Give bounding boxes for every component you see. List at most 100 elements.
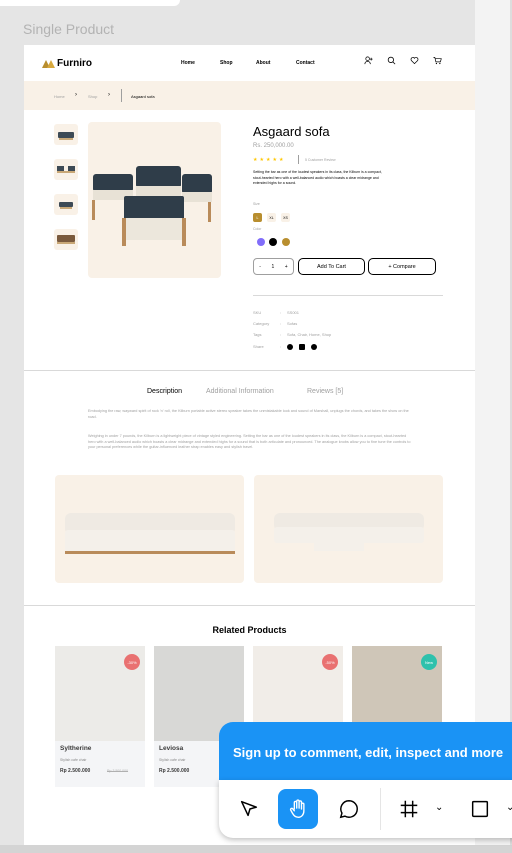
linkedin-icon[interactable]	[299, 344, 305, 350]
bottom-scrollbar[interactable]	[0, 845, 512, 853]
breadcrumb-current: Asgaard sofa	[131, 94, 155, 99]
tab-description[interactable]: Description	[147, 388, 182, 395]
move-tool-button[interactable]	[229, 789, 269, 829]
comment-bubble-icon	[339, 800, 358, 819]
product-card-image: -30%	[55, 646, 145, 741]
description-paragraph: Weighing in under 7 pounds, the Kilburn …	[88, 434, 411, 449]
tab-additional-information[interactable]: Additional Information	[206, 388, 274, 395]
product-card-name: Syltherine	[60, 745, 92, 752]
tags-value: Sofa, Chair, Home, Shop	[287, 332, 332, 337]
product-card-old-price: Rp 3.500.000	[107, 769, 129, 773]
bottom-toolbar: ⌄ ⌄	[219, 780, 512, 838]
breadcrumb-shop[interactable]: Shop	[88, 94, 97, 99]
discount-badge: -50%	[322, 654, 338, 670]
meta-sep: :	[280, 321, 282, 326]
nav-home[interactable]: Home	[181, 60, 195, 66]
product-card-subtitle: Stylish cafe chair	[60, 758, 87, 762]
twitter-icon[interactable]	[311, 344, 317, 350]
section-divider	[24, 605, 475, 606]
tags-label: Tags	[253, 332, 262, 337]
compare-button[interactable]: + Compare	[368, 258, 436, 275]
meta-share: Share :	[253, 344, 333, 352]
facebook-icon[interactable]	[287, 344, 293, 350]
description-image	[55, 475, 244, 583]
qty-minus-button[interactable]: -	[259, 264, 261, 270]
hand-tool-button[interactable]	[278, 789, 318, 829]
product-description: Setting the bar as one of the loudest sp…	[253, 170, 382, 185]
divider	[253, 295, 443, 296]
frame-tool-button[interactable]	[389, 789, 429, 829]
quantity-stepper[interactable]: - 1 +	[253, 258, 294, 275]
star-icon: ★	[253, 157, 258, 163]
chevron-right-icon: ›	[108, 92, 110, 98]
description-paragraph: Embodying the raw, wayward spirit of roc…	[88, 409, 409, 419]
qty-plus-button[interactable]: +	[285, 264, 288, 270]
product-price: Rs. 250,000.00	[253, 143, 294, 149]
star-icon: ★	[272, 157, 277, 163]
product-main-image[interactable]	[88, 122, 221, 278]
product-thumbnail[interactable]	[54, 194, 78, 215]
related-products-title: Related Products	[212, 625, 287, 635]
logo-icon	[42, 59, 55, 68]
hand-icon	[289, 799, 305, 818]
size-option-xs[interactable]: XS	[281, 213, 290, 222]
rating-stars: ★ ★ ★ ★ ★	[253, 157, 283, 163]
section-divider	[24, 370, 475, 371]
cart-icon[interactable]	[433, 56, 442, 65]
brand-name: Furniro	[57, 58, 92, 69]
search-icon[interactable]	[387, 56, 396, 65]
product-card-price: Rp 2.500.000	[60, 768, 91, 774]
product-card-name: Leviosa	[159, 745, 184, 752]
product-card[interactable]: -30% Syltherine Stylish cafe chair Rp 2.…	[55, 646, 145, 787]
review-count[interactable]: 5 Customer Review	[305, 158, 336, 162]
meta-sep: :	[280, 332, 282, 337]
shape-tool-button[interactable]	[460, 789, 500, 829]
color-swatch-purple[interactable]	[257, 238, 265, 246]
color-swatch-gold[interactable]	[282, 238, 290, 246]
product-thumbnail[interactable]	[54, 159, 78, 180]
chevron-down-icon[interactable]: ⌄	[435, 802, 443, 813]
sku-label: SKU	[253, 310, 262, 315]
chevron-down-icon[interactable]: ⌄	[506, 802, 512, 813]
nav-about[interactable]: About	[256, 60, 270, 66]
description-image	[254, 475, 443, 583]
breadcrumb: Home › Shop › Asgaard sofa	[24, 81, 475, 110]
top-bar-fragment	[0, 0, 180, 6]
category-value: Sofas	[287, 321, 298, 326]
discount-badge: -30%	[124, 654, 140, 670]
size-option-xl[interactable]: XL	[267, 213, 276, 222]
brand-logo[interactable]: Furniro	[42, 58, 92, 69]
color-label: Color	[253, 227, 262, 231]
tab-reviews[interactable]: Reviews [5]	[307, 388, 343, 395]
rating-divider	[298, 155, 299, 164]
half-star-icon: ★	[278, 157, 284, 163]
meta-sep: :	[280, 344, 282, 349]
nav-shop[interactable]: Shop	[220, 60, 233, 66]
product-title: Asgaard sofa	[253, 124, 330, 139]
toolbar-divider	[380, 788, 381, 830]
size-option-l[interactable]: L	[253, 213, 262, 222]
category-label: Category	[253, 321, 270, 326]
qty-value: 1	[271, 263, 275, 270]
header-icons	[364, 56, 442, 65]
product-card-price: Rp 2.500.000	[159, 768, 190, 774]
breadcrumb-home[interactable]: Home	[54, 94, 65, 99]
star-icon: ★	[259, 157, 264, 163]
size-label: Size	[253, 202, 260, 206]
signup-banner[interactable]: Sign up to comment, edit, inspect and mo…	[219, 722, 512, 782]
color-swatch-black[interactable]	[269, 238, 277, 246]
frame-grid-icon	[400, 800, 418, 818]
rectangle-icon	[471, 800, 489, 818]
user-add-icon[interactable]	[364, 56, 373, 65]
product-thumbnail[interactable]	[54, 124, 78, 145]
heart-icon[interactable]	[410, 56, 419, 65]
frame-label[interactable]: Single Product	[23, 21, 114, 37]
comment-tool-button[interactable]	[329, 789, 369, 829]
product-thumbnail[interactable]	[54, 229, 78, 250]
breadcrumb-divider	[121, 89, 122, 102]
chevron-right-icon: ›	[75, 92, 77, 98]
nav-contact[interactable]: Contact	[296, 60, 315, 66]
share-label: Share	[253, 344, 264, 349]
add-to-cart-button[interactable]: Add To Cart	[298, 258, 365, 275]
star-icon: ★	[265, 157, 271, 163]
